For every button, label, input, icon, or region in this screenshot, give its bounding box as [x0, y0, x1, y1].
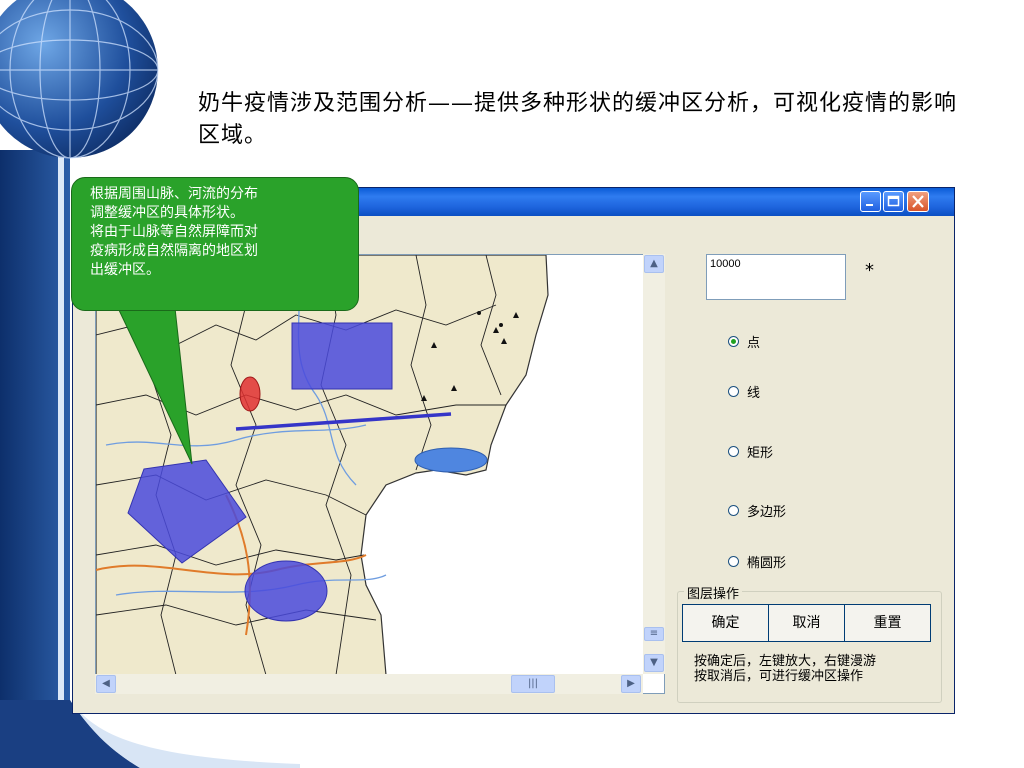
- map-canvas[interactable]: [96, 255, 644, 676]
- hint-line: 按确定后，左键放大，右键漫游: [694, 654, 877, 669]
- horizontal-scrollbar[interactable]: ◀ ||| ▶: [95, 674, 643, 694]
- reset-button[interactable]: 重置: [844, 604, 931, 642]
- cancel-button[interactable]: 取消: [768, 604, 845, 642]
- map-view[interactable]: [95, 254, 665, 694]
- globe-icon: [0, 0, 159, 159]
- minimize-button[interactable]: [860, 191, 881, 212]
- maximize-button[interactable]: [883, 191, 904, 212]
- scroll-thumb-h[interactable]: |||: [511, 675, 555, 693]
- layer-operations-group: 图层操作 确定 取消 重置 按确定后，左键放大，右键漫游 按取消后，可进行缓冲区…: [677, 583, 942, 703]
- scroll-right-button[interactable]: ▶: [621, 675, 641, 693]
- radio-line[interactable]: 线: [728, 382, 760, 401]
- radio-ellipse[interactable]: 椭圆形: [728, 552, 786, 571]
- radio-dot[interactable]: [728, 386, 739, 397]
- buffer-rectangle: [291, 322, 393, 390]
- radio-point[interactable]: 点: [728, 332, 760, 351]
- vertical-scrollbar[interactable]: ▲ ≡ ▼: [643, 254, 665, 674]
- minimize-icon: [866, 204, 873, 206]
- callout-line: 将由于山脉等自然屏障而对: [90, 224, 258, 240]
- radio-rectangle[interactable]: 矩形: [728, 442, 773, 461]
- radio-dot[interactable]: [728, 446, 739, 457]
- scroll-down-button[interactable]: ▼: [644, 654, 664, 672]
- radio-polygon[interactable]: 多边形: [728, 501, 786, 520]
- buffer-ellipse: [244, 560, 328, 622]
- scroll-up-button[interactable]: ▲: [644, 255, 664, 273]
- slide-title: 奶牛疫情涉及范围分析——提供多种形状的缓冲区分析，可视化疫情的影响区域。: [198, 91, 958, 148]
- close-button[interactable]: [907, 191, 929, 212]
- required-asterisk: *: [865, 260, 874, 281]
- confirm-button[interactable]: 确定: [682, 604, 769, 642]
- callout-line: 疫病形成自然隔离的地区划: [90, 243, 258, 259]
- buffer-distance-input[interactable]: 10000: [706, 254, 846, 300]
- radio-dot[interactable]: [728, 505, 739, 516]
- scroll-left-button[interactable]: ◀: [96, 675, 116, 693]
- operation-hint: 按确定后，左键放大，右键漫游 按取消后，可进行缓冲区操作: [694, 654, 876, 684]
- radio-dot-selected[interactable]: [728, 336, 739, 347]
- annotation-callout: 根据周围山脉、河流的分布 调整缓冲区的具体形状。 将由于山脉等自然屏障而对 疫病…: [71, 177, 359, 311]
- radio-label: 矩形: [747, 446, 774, 461]
- lake-shape: [414, 447, 488, 473]
- radio-label: 椭圆形: [747, 556, 787, 571]
- scroll-thumb-v[interactable]: ≡: [644, 627, 664, 641]
- buffer-point-red: [239, 376, 261, 412]
- close-icon: [912, 195, 924, 208]
- radio-label: 点: [747, 336, 761, 351]
- radio-dot[interactable]: [728, 556, 739, 567]
- hint-line: 按取消后，可进行缓冲区操作: [694, 669, 864, 684]
- radio-label: 线: [747, 386, 761, 401]
- group-title: 图层操作: [684, 583, 743, 602]
- callout-line: 调整缓冲区的具体形状。: [90, 205, 244, 221]
- callout-line: 根据周围山脉、河流的分布: [90, 186, 258, 202]
- callout-line: 出缓冲区。: [90, 262, 160, 278]
- maximize-icon: [887, 195, 900, 207]
- radio-label: 多边形: [747, 505, 787, 520]
